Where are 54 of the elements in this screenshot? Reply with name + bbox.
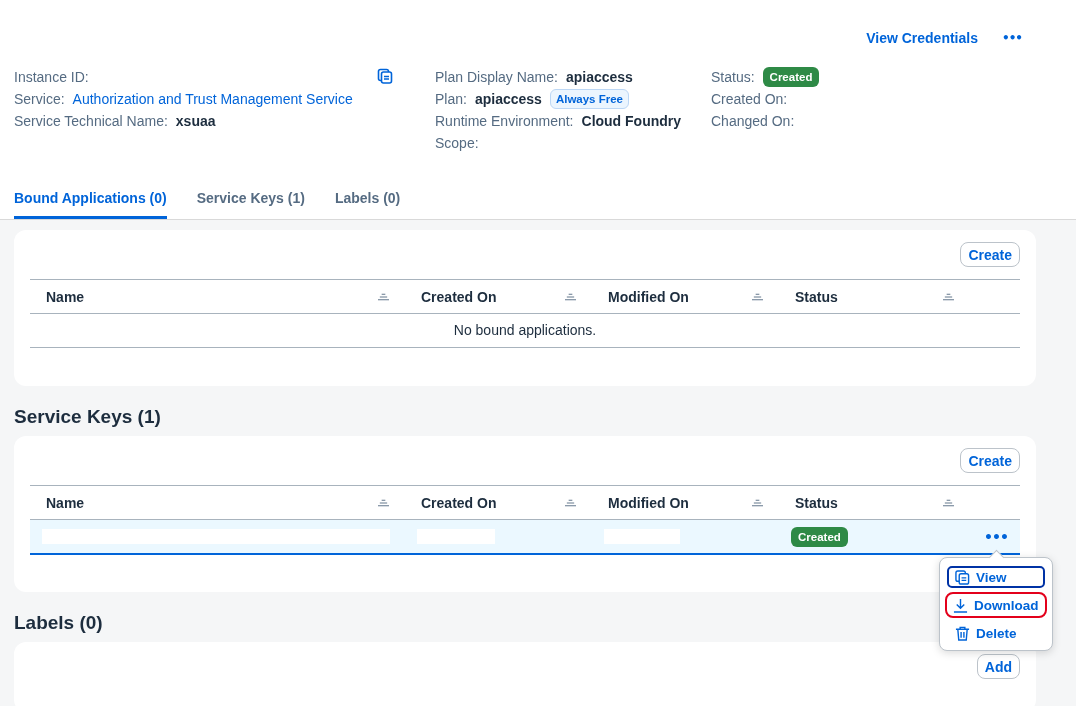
field-value: Cloud Foundry [581, 112, 682, 129]
empty-message: No bound applications. [30, 314, 1020, 348]
sort-icon[interactable] [565, 292, 576, 301]
field-value: xsuaa [175, 112, 216, 129]
create-button[interactable]: Create [960, 448, 1020, 473]
more-button[interactable]: ••• [1000, 31, 1024, 45]
sort-icon[interactable] [752, 292, 763, 301]
field-label: Created On: [711, 90, 788, 107]
section-title: Service Keys (1) [14, 406, 161, 428]
sort-icon[interactable] [378, 292, 389, 301]
tab[interactable]: Labels (0) [334, 190, 401, 219]
sort-icon[interactable] [752, 498, 763, 507]
copy-icon [955, 569, 970, 585]
sort-icon[interactable] [943, 292, 954, 301]
sort-icon[interactable] [378, 498, 389, 507]
download-icon [953, 597, 968, 613]
field-label: Changed On: [711, 112, 795, 129]
trash-icon [955, 625, 970, 641]
column-header: Name [46, 494, 85, 511]
column-header: Modified On [608, 288, 689, 305]
create-button[interactable]: Create [960, 242, 1020, 267]
copy-icon[interactable] [377, 68, 393, 84]
plan-tag: Always Free [549, 88, 629, 109]
column-header: Status [795, 288, 838, 305]
table-row[interactable]: Created ••• [30, 520, 1020, 555]
field-label: Service: [14, 90, 65, 107]
column-header: Created On [421, 494, 497, 511]
field-label: Plan: [435, 90, 467, 107]
menu-item[interactable]: Download [945, 592, 1047, 618]
sort-icon[interactable] [943, 498, 954, 507]
sort-icon[interactable] [565, 498, 576, 507]
menu-item[interactable]: Delete [947, 622, 1045, 644]
section-title: Labels (0) [14, 612, 103, 634]
status-badge: Created [762, 66, 820, 87]
tab[interactable]: Service Keys (1) [196, 190, 305, 219]
create-button[interactable]: Add [976, 654, 1020, 679]
service-link[interactable]: Authorization and Trust Management Service [72, 90, 353, 107]
field-value: apiaccess [565, 68, 633, 85]
tab[interactable]: Bound Applications (0) [14, 190, 167, 219]
field-label: Service Technical Name: [14, 112, 168, 129]
field-label: Instance ID: [14, 68, 89, 85]
column-header: Created On [421, 288, 497, 305]
field-label: Status: [711, 68, 755, 85]
more-button[interactable]: ••• [982, 528, 1010, 545]
field-label: Runtime Environment: [435, 112, 574, 129]
column-header: Modified On [608, 494, 689, 511]
status-badge: Created [791, 526, 848, 547]
field-label: Scope: [435, 134, 479, 151]
column-header: Name [46, 288, 85, 305]
menu-item[interactable]: View [947, 566, 1045, 588]
field-value: apiaccess [474, 90, 542, 107]
field-label: Plan Display Name: [435, 68, 558, 85]
column-header: Status [795, 494, 838, 511]
view-credentials-link[interactable]: View Credentials [866, 30, 978, 46]
